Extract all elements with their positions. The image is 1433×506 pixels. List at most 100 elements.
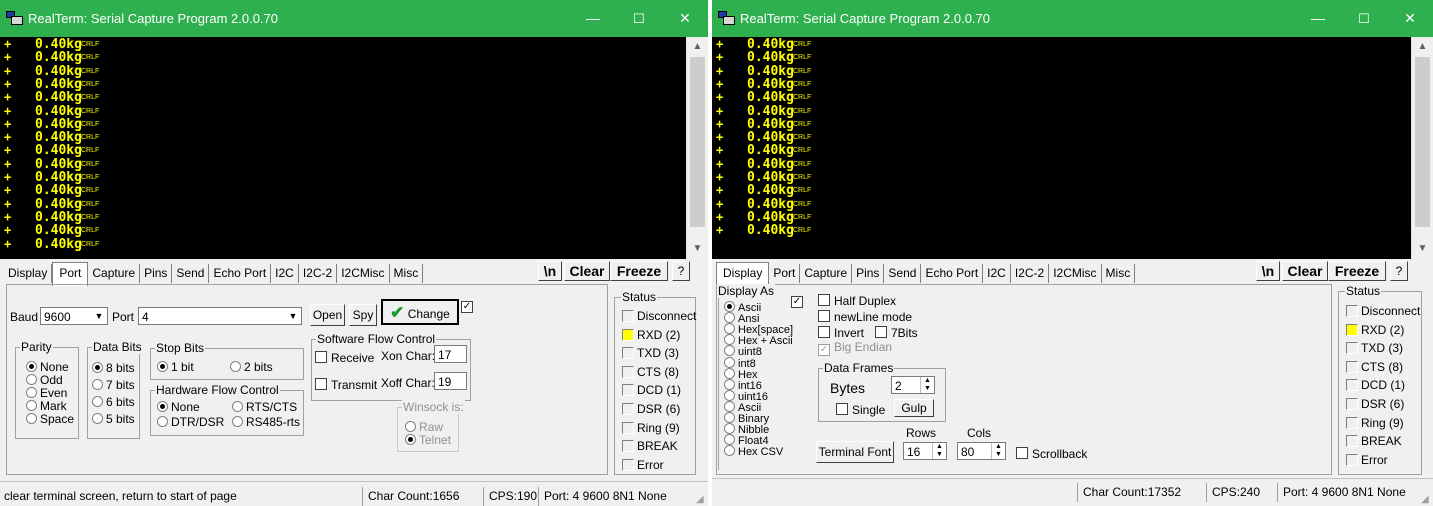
tab-port[interactable]: Port [769,264,801,283]
baud-combo[interactable]: 9600 ▼ [40,307,108,325]
newline-button[interactable]: \n [538,261,562,281]
scrollback-checkbox[interactable]: Scrollback [1016,446,1087,461]
parity-option-radio[interactable]: Odd [26,373,63,387]
minimize-button[interactable]: — [570,0,616,37]
resize-grip-icon[interactable]: ◢ [696,495,706,505]
stop-2bits-radio[interactable]: 2 bits [230,360,273,374]
spin-arrows-icon[interactable]: ▲ ▼ [991,443,1005,459]
tab-port[interactable]: Port [52,262,89,286]
display-as-checkbox[interactable]: ✓ [791,296,803,308]
weight-reading: 0.40kg [35,90,82,106]
parity-option-radio[interactable]: None [26,360,69,374]
tab-display[interactable]: Display [4,264,53,283]
data-bits-option-radio[interactable]: 5 bits [92,412,135,426]
hw-dtrdsr-radio[interactable]: DTR/DSR [157,415,224,429]
tab-capture[interactable]: Capture [88,264,141,283]
terminal-display[interactable]: +0.40kg CRLF +0.40kg CRLF +0.40kg CRLF +0.40kg… [712,37,1412,259]
title-bar[interactable]: RealTerm: Serial Capture Program 2.0.0.7… [0,0,708,37]
seven-bits-checkbox[interactable]: 7Bits [875,325,918,340]
line-marker: + [4,76,12,91]
terminal-scrollbar[interactable]: ▲ ▼ [686,37,708,259]
bytes-spin[interactable]: 2 ▲ ▼ [891,376,935,394]
tab-i2c-2[interactable]: I2C-2 [1011,264,1050,283]
single-checkbox[interactable]: Single [836,402,885,417]
newline-mode-checkbox[interactable]: newLine mode [818,309,912,324]
tab-pins[interactable]: Pins [140,264,173,283]
transmit-checkbox[interactable]: Transmit [315,377,377,392]
spy-button[interactable]: Spy [349,304,377,326]
invert-checkbox[interactable]: Invert [818,325,864,340]
change-button[interactable]: ✔ Change [381,299,459,325]
tab-send[interactable]: Send [172,264,210,283]
status-cts-8: CTS (8) [622,364,679,379]
scroll-thumb[interactable] [1415,57,1430,227]
maximize-button[interactable]: ☐ [1341,0,1387,37]
display-as-option-radio[interactable]: Hex CSV [724,444,783,458]
tab-i2cmisc[interactable]: I2CMisc [1049,264,1102,283]
scroll-down-icon[interactable]: ▼ [1412,239,1433,259]
help-button[interactable]: ? [672,261,690,281]
resize-grip-icon[interactable]: ◢ [1421,495,1431,505]
terminal-font-button[interactable]: Terminal Font [816,441,894,463]
scroll-up-icon[interactable]: ▲ [687,37,708,57]
winsock-telnet-radio[interactable]: Telnet [405,433,451,447]
data-bits-option-radio[interactable]: 6 bits [92,395,135,409]
hw-none-radio[interactable]: None [157,400,200,414]
hw-rtscts-radio[interactable]: RTS/CTS [232,400,297,414]
tab-i2cmisc[interactable]: I2CMisc [337,264,390,283]
port-combo[interactable]: 4 ▼ [138,307,302,325]
spin-arrows-icon[interactable]: ▲ ▼ [920,377,934,393]
newline-button[interactable]: \n [1256,261,1280,281]
half-duplex-checkbox[interactable]: Half Duplex [818,293,896,308]
minimize-button[interactable]: — [1295,0,1341,37]
close-button[interactable]: ✕ [662,0,708,37]
terminal-scrollbar[interactable]: ▲ ▼ [1411,37,1433,259]
tab-misc[interactable]: Misc [390,264,424,283]
parity-option-radio[interactable]: Even [26,386,67,400]
help-button[interactable]: ? [1390,261,1408,281]
hw-rs485-radio[interactable]: RS485-rts [232,415,300,429]
crlf-marker: CRLF [793,120,812,128]
tab-pins[interactable]: Pins [852,264,885,283]
freeze-button[interactable]: Freeze [610,261,668,281]
winsock-raw-radio[interactable]: Raw [405,420,443,434]
freeze-button[interactable]: Freeze [1328,261,1386,281]
cols-spin[interactable]: 80 ▲ ▼ [957,442,1006,460]
xon-field[interactable]: 17 [434,345,467,363]
open-button[interactable]: Open [310,304,345,326]
title-bar[interactable]: RealTerm: Serial Capture Program 2.0.0.7… [712,0,1433,37]
chevron-down-icon[interactable]: ▼ [285,308,301,324]
scroll-up-icon[interactable]: ▲ [1412,37,1433,57]
change-checkbox[interactable]: ✓ [461,301,473,313]
spin-arrows-icon[interactable]: ▲ ▼ [932,443,946,459]
tab-i2c-2[interactable]: I2C-2 [299,264,338,283]
terminal-display[interactable]: +0.40kg CRLF +0.40kg CRLF +0.40kg CRLF +0.40kg… [0,37,687,259]
stop-1bit-radio[interactable]: 1 bit [157,360,194,374]
maximize-button[interactable]: ☐ [616,0,662,37]
data-bits-option-radio[interactable]: 7 bits [92,378,135,392]
parity-option-radio[interactable]: Mark [26,399,67,413]
status-led-icon [1346,342,1358,355]
parity-option-radio[interactable]: Space [26,412,74,426]
clear-button[interactable]: Clear [564,261,610,281]
close-button[interactable]: ✕ [1387,0,1433,37]
scroll-down-icon[interactable]: ▼ [687,239,708,259]
scroll-thumb[interactable] [690,57,705,227]
chevron-down-icon[interactable]: ▼ [91,308,107,324]
tab-echo-port[interactable]: Echo Port [209,264,272,283]
tab-i2c[interactable]: I2C [271,264,299,283]
xoff-field[interactable]: 19 [434,372,467,390]
big-endian-checkbox[interactable]: ✓ Big Endian [818,341,892,356]
receive-checkbox[interactable]: Receive [315,350,374,365]
tab-i2c[interactable]: I2C [983,264,1011,283]
tab-echo-port[interactable]: Echo Port [921,264,984,283]
tab-capture[interactable]: Capture [800,264,853,283]
terminal-line: +0.40kg CRLF [0,38,200,52]
rows-spin[interactable]: 16 ▲ ▼ [903,442,947,460]
tab-display[interactable]: Display [716,262,770,286]
clear-button[interactable]: Clear [1282,261,1328,281]
tab-misc[interactable]: Misc [1102,264,1136,283]
data-bits-option-radio[interactable]: 8 bits [92,361,135,375]
tab-send[interactable]: Send [884,264,922,283]
gulp-button[interactable]: Gulp [894,399,934,417]
